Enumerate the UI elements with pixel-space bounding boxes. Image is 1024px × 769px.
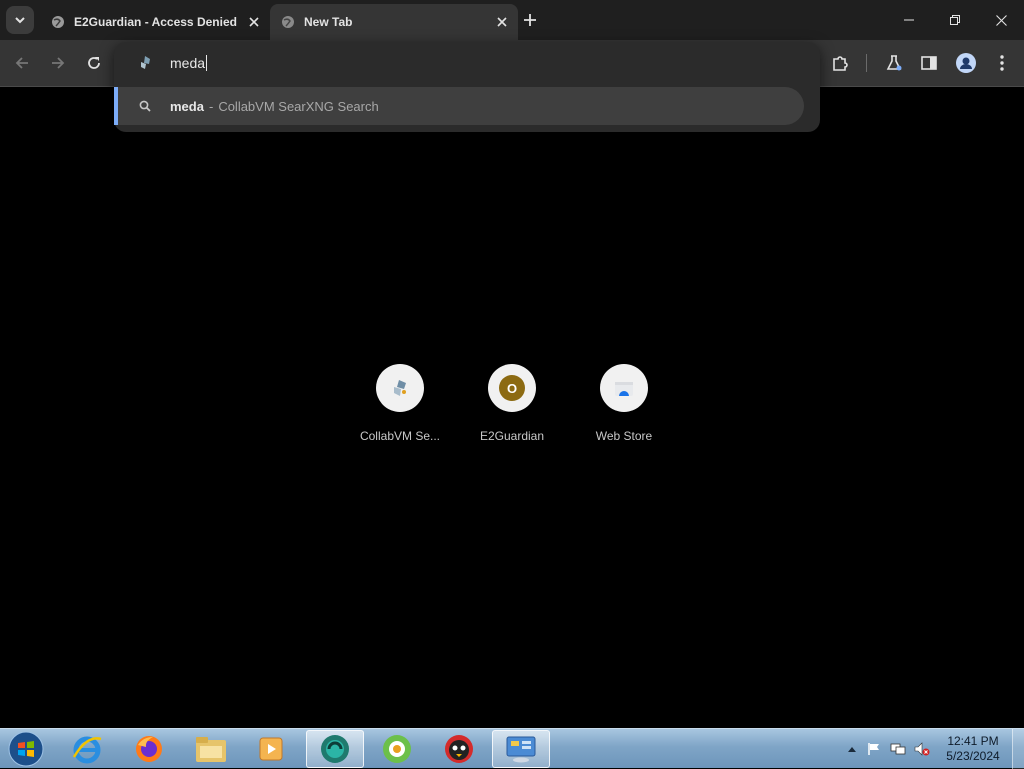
- shortcut-tile: O: [488, 364, 536, 412]
- forward-button[interactable]: [43, 48, 73, 78]
- omnibox-suggestion[interactable]: meda - CollabVM SearXNG Search: [114, 87, 804, 125]
- taskbar-green-app[interactable]: [368, 730, 426, 768]
- taskbar-clock[interactable]: 12:41 PM 5/23/2024: [940, 734, 1006, 764]
- suggestion-separator: -: [208, 98, 214, 114]
- taskbar-bird-app[interactable]: [430, 730, 488, 768]
- selection-indicator: [114, 87, 118, 125]
- search-icon: [138, 99, 152, 113]
- new-tab-button[interactable]: [518, 8, 542, 32]
- back-button[interactable]: [7, 48, 37, 78]
- close-icon: [995, 14, 1007, 26]
- avatar-icon: [956, 53, 976, 73]
- shortcut-collabvm[interactable]: CollabVM Se...: [344, 364, 456, 452]
- tray-action-center[interactable]: [866, 741, 882, 757]
- omnibox[interactable]: meda: [114, 42, 820, 84]
- profile-button[interactable]: [951, 48, 981, 78]
- internet-explorer-icon: [72, 736, 102, 764]
- arrow-right-icon: [52, 57, 65, 69]
- tab-e2guardian[interactable]: E2Guardian - Access Denied: [40, 4, 270, 40]
- toolbar-separator: [866, 54, 867, 72]
- minimize-icon: [904, 19, 914, 21]
- collabvm-icon: [136, 54, 154, 72]
- reload-icon: [88, 57, 100, 69]
- arrow-left-icon: [15, 57, 28, 69]
- extensions-button[interactable]: [825, 48, 855, 78]
- flag-icon: [868, 743, 879, 755]
- kebab-menu-icon: [1000, 55, 1004, 71]
- shortcut-tile: [376, 364, 424, 412]
- media-player-icon: [259, 737, 283, 761]
- flask-icon: [886, 55, 902, 71]
- taskbar-internet-explorer[interactable]: [58, 730, 116, 768]
- suggestion-description: CollabVM SearXNG Search: [218, 98, 379, 114]
- network-icon: [890, 743, 906, 755]
- restore-button[interactable]: [932, 0, 978, 40]
- show-desktop-button[interactable]: [1012, 729, 1024, 769]
- windows-orb-icon: [8, 731, 44, 767]
- reload-button[interactable]: [79, 48, 109, 78]
- taskbar-firefox[interactable]: [120, 730, 178, 768]
- side-panel-icon: [921, 56, 937, 70]
- shortcut-label: E2Guardian: [479, 429, 545, 443]
- web-store-icon: [615, 382, 633, 396]
- shortcut-e2guardian[interactable]: O E2Guardian: [456, 364, 568, 452]
- clock-date: 5/23/2024: [946, 749, 1000, 763]
- tab-title: New Tab: [304, 15, 353, 29]
- taskbar-media-player[interactable]: [242, 730, 300, 768]
- shortcut-tile: [600, 364, 648, 412]
- collabvm-icon: [394, 380, 406, 396]
- tab-title: E2Guardian - Access Denied: [74, 15, 237, 29]
- labs-button[interactable]: [879, 48, 909, 78]
- minimize-button[interactable]: [886, 0, 932, 40]
- clock-time: 12:41 PM: [947, 734, 999, 748]
- control-panel-icon: [506, 736, 536, 763]
- firefox-icon: [136, 736, 162, 762]
- letter-o-icon: O: [499, 375, 525, 401]
- side-panel-button[interactable]: [914, 48, 944, 78]
- start-button[interactable]: [6, 731, 46, 767]
- restore-icon: [950, 15, 960, 25]
- letter-o-text: O: [506, 380, 518, 396]
- collabvm-app-icon: [321, 735, 349, 763]
- text-caret: [206, 55, 208, 71]
- tab-strip: E2Guardian - Access Denied New Tab: [0, 0, 1024, 40]
- tab-new-tab[interactable]: New Tab: [270, 4, 518, 40]
- close-tab-icon[interactable]: [244, 12, 264, 32]
- tray-volume[interactable]: [914, 741, 930, 757]
- taskbar-control-panel[interactable]: [492, 730, 550, 768]
- omnibox-popup: meda meda - CollabVM SearXNG Search: [114, 42, 820, 132]
- shortcut-web-store[interactable]: Web Store: [568, 364, 680, 452]
- omnibox-input[interactable]: meda: [170, 55, 205, 71]
- globe-icon: [50, 14, 66, 30]
- close-tab-icon[interactable]: [492, 12, 512, 32]
- suggestion-query: meda: [170, 98, 204, 114]
- globe-icon: [280, 14, 296, 30]
- chevron-up-icon: [848, 747, 856, 752]
- tray-expand-button[interactable]: [844, 741, 860, 757]
- file-explorer-icon: [196, 737, 226, 762]
- taskbar-collabvm[interactable]: [306, 730, 364, 768]
- tray-network[interactable]: [890, 741, 906, 757]
- close-window-button[interactable]: [978, 0, 1024, 40]
- plus-icon: [524, 14, 536, 26]
- tab-search-button[interactable]: [6, 6, 34, 34]
- menu-button[interactable]: [987, 48, 1017, 78]
- chevron-down-icon: [15, 17, 25, 24]
- bird-app-icon: [445, 735, 473, 763]
- speaker-muted-icon: [914, 742, 930, 756]
- shortcut-label: Web Store: [595, 429, 653, 443]
- green-app-icon: [383, 735, 411, 763]
- puzzle-icon: [833, 56, 848, 71]
- shortcut-label: CollabVM Se...: [359, 429, 441, 443]
- taskbar-file-explorer[interactable]: [182, 730, 240, 768]
- windows-taskbar: 12:41 PM 5/23/2024: [0, 728, 1024, 769]
